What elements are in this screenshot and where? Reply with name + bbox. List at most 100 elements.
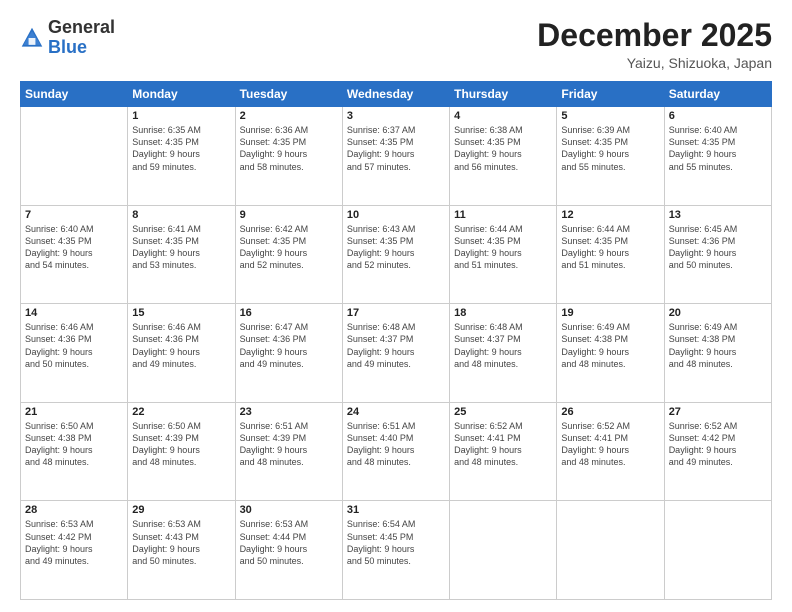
day-info: Sunrise: 6:42 AMSunset: 4:35 PMDaylight:… (240, 223, 338, 272)
calendar-cell: 9 Sunrise: 6:42 AMSunset: 4:35 PMDaylight… (235, 205, 342, 304)
day-info: Sunrise: 6:49 AMSunset: 4:38 PMDaylight:… (561, 321, 659, 370)
day-info: Sunrise: 6:45 AMSunset: 4:36 PMDaylight:… (669, 223, 767, 272)
day-info: Sunrise: 6:43 AMSunset: 4:35 PMDaylight:… (347, 223, 445, 272)
calendar-cell: 26 Sunrise: 6:52 AMSunset: 4:41 PMDayligh… (557, 402, 664, 501)
day-number: 1 (132, 110, 230, 122)
calendar-cell: 4Sunrise: 6:38 AMSunset: 4:35 PMDaylight… (450, 107, 557, 206)
day-info: Sunrise: 6:44 AMSunset: 4:35 PMDaylight:… (454, 223, 552, 272)
day-info: Sunrise: 6:48 AMSunset: 4:37 PMDaylight:… (347, 321, 445, 370)
day-info: Sunrise: 6:50 AMSunset: 4:39 PMDaylight:… (132, 420, 230, 469)
day-number: 11 (454, 209, 552, 221)
day-info: Sunrise: 6:52 AMSunset: 4:41 PMDaylight:… (454, 420, 552, 469)
calendar-cell: 10Sunrise: 6:43 AMSunset: 4:35 PMDayligh… (342, 205, 449, 304)
col-sunday: Sunday (21, 82, 128, 107)
calendar-cell: 14 Sunrise: 6:46 AMSunset: 4:36 PMDayligh… (21, 304, 128, 403)
page: General Blue December 2025 Yaizu, Shizuo… (0, 0, 792, 612)
day-number: 3 (347, 110, 445, 122)
calendar-cell: 17Sunrise: 6:48 AMSunset: 4:37 PMDayligh… (342, 304, 449, 403)
day-number: 31 (347, 504, 445, 516)
day-info: Sunrise: 6:52 AMSunset: 4:41 PMDaylight:… (561, 420, 659, 469)
day-info: Sunrise: 6:40 AMSunset: 4:35 PMDaylight:… (25, 223, 123, 272)
calendar-cell: 6Sunrise: 6:40 AMSunset: 4:35 PMDaylight… (664, 107, 771, 206)
day-number: 27 (669, 406, 767, 418)
day-number: 4 (454, 110, 552, 122)
calendar-cell: 27 Sunrise: 6:52 AMSunset: 4:42 PMDayligh… (664, 402, 771, 501)
day-info: Sunrise: 6:41 AMSunset: 4:35 PMDaylight:… (132, 223, 230, 272)
calendar-cell: 7 Sunrise: 6:40 AMSunset: 4:35 PMDaylight… (21, 205, 128, 304)
header: General Blue December 2025 Yaizu, Shizuo… (20, 18, 772, 71)
day-number: 14 (25, 307, 123, 319)
col-monday: Monday (128, 82, 235, 107)
day-info: Sunrise: 6:48 AMSunset: 4:37 PMDaylight:… (454, 321, 552, 370)
calendar-cell: 31 Sunrise: 6:54 AMSunset: 4:45 PMDayligh… (342, 501, 449, 600)
calendar-cell: 12Sunrise: 6:44 AMSunset: 4:35 PMDayligh… (557, 205, 664, 304)
week-row-0: 1 Sunrise: 6:35 AMSunset: 4:35 PMDaylight… (21, 107, 772, 206)
day-number: 16 (240, 307, 338, 319)
calendar-cell: 20 Sunrise: 6:49 AMSunset: 4:38 PMDayligh… (664, 304, 771, 403)
col-tuesday: Tuesday (235, 82, 342, 107)
day-number: 9 (240, 209, 338, 221)
day-number: 21 (25, 406, 123, 418)
calendar-cell: 3 Sunrise: 6:37 AMSunset: 4:35 PMDaylight… (342, 107, 449, 206)
logo-blue: Blue (48, 37, 87, 57)
day-info: Sunrise: 6:53 AMSunset: 4:44 PMDaylight:… (240, 518, 338, 567)
calendar-cell: 21 Sunrise: 6:50 AMSunset: 4:38 PMDayligh… (21, 402, 128, 501)
day-number: 2 (240, 110, 338, 122)
day-info: Sunrise: 6:47 AMSunset: 4:36 PMDaylight:… (240, 321, 338, 370)
day-info: Sunrise: 6:46 AMSunset: 4:36 PMDaylight:… (25, 321, 123, 370)
calendar-cell (21, 107, 128, 206)
col-wednesday: Wednesday (342, 82, 449, 107)
day-number: 23 (240, 406, 338, 418)
day-number: 25 (454, 406, 552, 418)
day-number: 24 (347, 406, 445, 418)
day-info: Sunrise: 6:54 AMSunset: 4:45 PMDaylight:… (347, 518, 445, 567)
day-info: Sunrise: 6:37 AMSunset: 4:35 PMDaylight:… (347, 124, 445, 173)
day-number: 26 (561, 406, 659, 418)
calendar-cell: 1 Sunrise: 6:35 AMSunset: 4:35 PMDaylight… (128, 107, 235, 206)
col-friday: Friday (557, 82, 664, 107)
day-info: Sunrise: 6:49 AMSunset: 4:38 PMDaylight:… (669, 321, 767, 370)
day-info: Sunrise: 6:39 AMSunset: 4:35 PMDaylight:… (561, 124, 659, 173)
day-number: 8 (132, 209, 230, 221)
day-number: 29 (132, 504, 230, 516)
day-info: Sunrise: 6:53 AMSunset: 4:42 PMDaylight:… (25, 518, 123, 567)
title-block: December 2025 Yaizu, Shizuoka, Japan (537, 18, 772, 71)
day-number: 20 (669, 307, 767, 319)
day-info: Sunrise: 6:51 AMSunset: 4:39 PMDaylight:… (240, 420, 338, 469)
day-number: 7 (25, 209, 123, 221)
calendar-table: Sunday Monday Tuesday Wednesday Thursday… (20, 81, 772, 600)
calendar-cell: 2 Sunrise: 6:36 AMSunset: 4:35 PMDaylight… (235, 107, 342, 206)
calendar-cell: 5Sunrise: 6:39 AMSunset: 4:35 PMDaylight… (557, 107, 664, 206)
calendar-cell: 23 Sunrise: 6:51 AMSunset: 4:39 PMDayligh… (235, 402, 342, 501)
day-info: Sunrise: 6:40 AMSunset: 4:35 PMDaylight:… (669, 124, 767, 173)
logo-icon (20, 26, 44, 50)
day-number: 30 (240, 504, 338, 516)
logo-general: General (48, 17, 115, 37)
calendar-cell (557, 501, 664, 600)
calendar-cell: 30 Sunrise: 6:53 AMSunset: 4:44 PMDayligh… (235, 501, 342, 600)
calendar-cell (664, 501, 771, 600)
day-info: Sunrise: 6:35 AMSunset: 4:35 PMDaylight:… (132, 124, 230, 173)
logo-text: General Blue (48, 18, 115, 58)
calendar-header-row: Sunday Monday Tuesday Wednesday Thursday… (21, 82, 772, 107)
calendar-cell: 19 Sunrise: 6:49 AMSunset: 4:38 PMDayligh… (557, 304, 664, 403)
calendar-cell: 24 Sunrise: 6:51 AMSunset: 4:40 PMDayligh… (342, 402, 449, 501)
calendar-cell: 11 Sunrise: 6:44 AMSunset: 4:35 PMDayligh… (450, 205, 557, 304)
week-row-1: 7 Sunrise: 6:40 AMSunset: 4:35 PMDaylight… (21, 205, 772, 304)
day-info: Sunrise: 6:51 AMSunset: 4:40 PMDaylight:… (347, 420, 445, 469)
calendar-cell: 29 Sunrise: 6:53 AMSunset: 4:43 PMDayligh… (128, 501, 235, 600)
calendar-cell: 28Sunrise: 6:53 AMSunset: 4:42 PMDayligh… (21, 501, 128, 600)
logo: General Blue (20, 18, 115, 58)
month-title: December 2025 (537, 18, 772, 53)
col-saturday: Saturday (664, 82, 771, 107)
week-row-2: 14 Sunrise: 6:46 AMSunset: 4:36 PMDayligh… (21, 304, 772, 403)
calendar-cell (450, 501, 557, 600)
day-info: Sunrise: 6:53 AMSunset: 4:43 PMDaylight:… (132, 518, 230, 567)
day-info: Sunrise: 6:50 AMSunset: 4:38 PMDaylight:… (25, 420, 123, 469)
day-info: Sunrise: 6:36 AMSunset: 4:35 PMDaylight:… (240, 124, 338, 173)
day-number: 22 (132, 406, 230, 418)
day-info: Sunrise: 6:44 AMSunset: 4:35 PMDaylight:… (561, 223, 659, 272)
day-number: 19 (561, 307, 659, 319)
day-info: Sunrise: 6:52 AMSunset: 4:42 PMDaylight:… (669, 420, 767, 469)
col-thursday: Thursday (450, 82, 557, 107)
